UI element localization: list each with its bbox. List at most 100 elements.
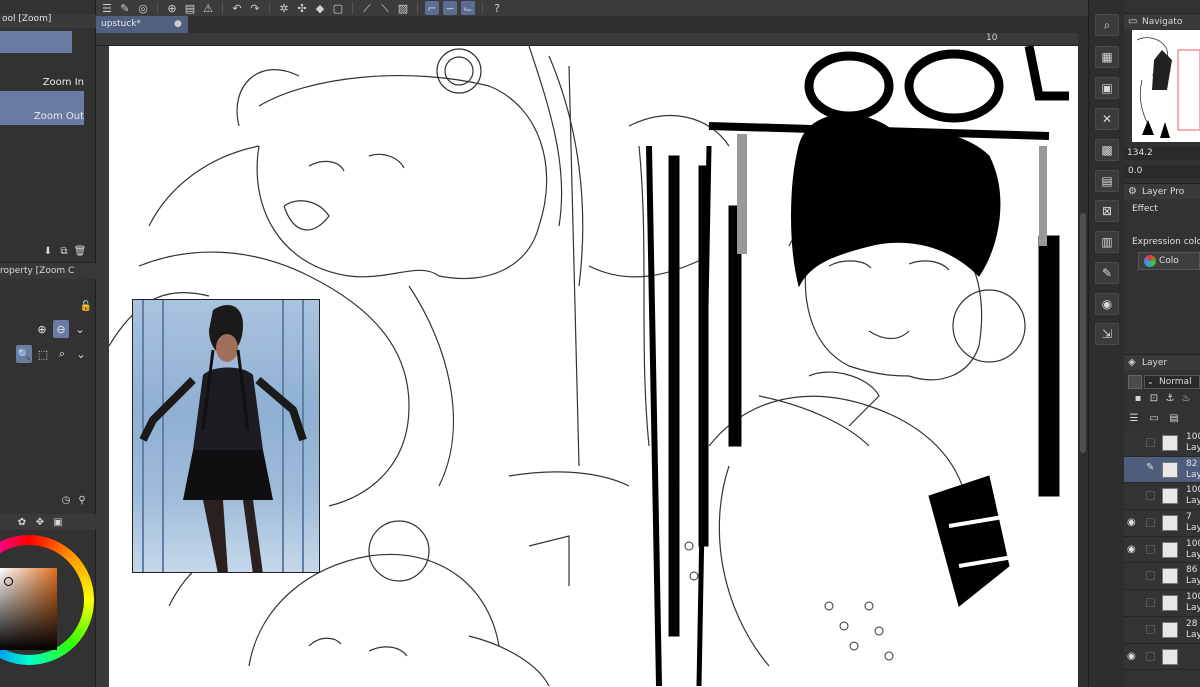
layer-row[interactable]: 100Lay: [1124, 430, 1200, 457]
zoom-minus-button[interactable]: ⊖: [53, 320, 69, 338]
eye-hidden-slot[interactable]: [1127, 437, 1141, 449]
eye-hidden-slot[interactable]: [1127, 490, 1141, 502]
open-folder-icon[interactable]: ▤: [183, 1, 197, 15]
warning-icon[interactable]: ⚠: [201, 1, 215, 15]
layer-row[interactable]: ◉ 7 Lay: [1124, 510, 1200, 537]
blend-mode-select[interactable]: ⌄ Normal: [1144, 374, 1200, 389]
layer-lock-checkbox[interactable]: [1146, 491, 1155, 501]
help-icon[interactable]: ?: [490, 1, 504, 15]
navigator-preview[interactable]: [1132, 30, 1200, 142]
eye-hidden-slot[interactable]: [1127, 597, 1141, 609]
layer-color-swatch[interactable]: [1128, 374, 1142, 389]
lock-icon[interactable]: 🔓: [80, 300, 92, 312]
download-icon[interactable]: ⬇: [42, 245, 54, 257]
zoom-plus-button[interactable]: ⊕: [34, 320, 50, 338]
layer-lock-checkbox[interactable]: ✎: [1146, 462, 1155, 473]
export-icon[interactable]: ⇲: [1095, 323, 1119, 345]
layer-lock-checkbox[interactable]: [1146, 438, 1155, 447]
layer-icon[interactable]: ▥: [1095, 231, 1119, 253]
snap-grid-icon[interactable]: ⌙: [461, 1, 475, 15]
color-wheel-tab-icon[interactable]: ✿: [16, 516, 28, 528]
grid-icon[interactable]: ◆: [313, 1, 327, 15]
scrollbar-thumb[interactable]: [1080, 213, 1086, 453]
snap-special-icon[interactable]: ∽: [443, 1, 457, 15]
color-set-tab-icon[interactable]: ✥: [34, 516, 46, 528]
color-panel-tabs: ✿ ✥ ▣: [0, 514, 96, 530]
transform-icon[interactable]: ⊠: [1095, 200, 1119, 222]
navigator-zoom-field[interactable]: 134.2: [1124, 147, 1200, 160]
clock-icon[interactable]: ◷: [60, 494, 72, 506]
layer-lock-checkbox[interactable]: [1146, 544, 1155, 554]
layer-row[interactable]: 100Lay: [1124, 590, 1200, 617]
layer-name: Lay: [1186, 629, 1200, 640]
document-icon[interactable]: ▤: [1095, 170, 1119, 192]
eye-hidden-slot[interactable]: [1127, 624, 1141, 636]
hatch-icon[interactable]: ▨: [396, 1, 410, 15]
layer-row[interactable]: 28 Lay: [1124, 616, 1200, 644]
redo-icon[interactable]: ↷: [248, 1, 262, 15]
eye-hidden-slot[interactable]: [1127, 464, 1141, 476]
layer-lock-checkbox[interactable]: [1146, 571, 1155, 581]
transform-icon[interactable]: ⟋: [360, 1, 374, 15]
gear-icon[interactable]: ✲: [277, 1, 291, 15]
color-picker-handle[interactable]: [4, 577, 13, 586]
chevron-down-icon[interactable]: ⌄: [72, 320, 88, 338]
zoom-out-option[interactable]: Zoom Out: [0, 108, 84, 125]
clip-icon[interactable]: ⊡: [1148, 392, 1160, 404]
layer-list-icon[interactable]: ☰: [1128, 412, 1140, 424]
zoom-magnify-button[interactable]: 🔍: [16, 345, 32, 363]
new-file-icon[interactable]: ⊕: [165, 1, 179, 15]
layer-lock-checkbox[interactable]: [1146, 624, 1155, 634]
eye-hidden-slot[interactable]: [1127, 570, 1141, 582]
close-icon[interactable]: ●: [174, 16, 182, 33]
canvas-vertical-scrollbar[interactable]: [1078, 33, 1088, 687]
color-slider-tab-icon[interactable]: ▣: [52, 516, 64, 528]
layer-lock-checkbox[interactable]: [1146, 598, 1155, 608]
navigator-angle-field[interactable]: 0.0: [1124, 165, 1200, 178]
search-icon[interactable]: ⚲: [76, 494, 88, 506]
snap-ruler-icon[interactable]: ⌐: [425, 1, 439, 15]
trash-icon[interactable]: 🗑: [74, 245, 87, 257]
expression-color-select[interactable]: Colo: [1138, 252, 1200, 270]
layer-row[interactable]: ◉ 100Lay: [1124, 536, 1200, 564]
new-folder-icon[interactable]: ▤: [1168, 412, 1180, 424]
layer-lock-checkbox[interactable]: [1146, 518, 1155, 528]
layer-row[interactable]: 100Lay: [1124, 483, 1200, 511]
snap-icon[interactable]: ✣: [295, 1, 309, 15]
document-tab[interactable]: upstuck* ●: [96, 16, 188, 33]
undo-icon[interactable]: ↶: [230, 1, 244, 15]
layer-lock-icon[interactable]: ▪: [1132, 392, 1144, 404]
layer-thumbnail: [1162, 515, 1178, 532]
save-icon[interactable]: ▣: [1095, 77, 1119, 99]
eye-icon[interactable]: ◉: [1127, 651, 1141, 663]
palette-icon[interactable]: ♨: [1180, 392, 1192, 404]
camera-icon[interactable]: ◉: [1095, 293, 1119, 315]
edit-icon[interactable]: ✎: [1095, 262, 1119, 284]
reference-icon[interactable]: ⚓: [1164, 392, 1176, 404]
duplicate-icon[interactable]: ⧉: [58, 245, 70, 257]
clear-icon[interactable]: ✕: [1095, 108, 1119, 130]
layer-row[interactable]: ✎ 82 Lay: [1124, 456, 1200, 484]
layer-row[interactable]: ◉: [1124, 643, 1200, 671]
pattern-icon[interactable]: ▩: [1095, 139, 1119, 161]
ruler-icon[interactable]: ▢: [331, 1, 345, 15]
zoom-tool-selected[interactable]: [0, 31, 72, 53]
layer-lock-checkbox[interactable]: [1146, 651, 1155, 661]
eye-icon[interactable]: ◉: [1127, 544, 1141, 556]
chevron-down-icon[interactable]: ⌄: [73, 345, 89, 363]
zoom-in-option[interactable]: Zoom In: [0, 74, 84, 91]
zoom-area-button[interactable]: ⬚: [35, 345, 51, 363]
eye-icon[interactable]: ◉: [1127, 517, 1141, 529]
layer-name: Lay: [1186, 469, 1200, 480]
spiral-icon[interactable]: ◎: [136, 1, 150, 15]
search-icon[interactable]: ⌕: [1095, 14, 1119, 36]
zoom-reset-button[interactable]: ⌕: [54, 345, 70, 363]
crop-icon[interactable]: ⟍: [378, 1, 392, 15]
pen-settings-icon[interactable]: ✎: [118, 1, 132, 15]
new-layer-icon[interactable]: ▭: [1148, 412, 1160, 424]
menu-icon[interactable]: ☰: [100, 1, 114, 15]
drawing-canvas[interactable]: [109, 46, 1078, 687]
layer-row[interactable]: 86 Lay: [1124, 563, 1200, 591]
zoom-select-buttons: 🔍 ⬚ ⌕ ⌄: [16, 345, 89, 363]
calculator-icon[interactable]: ▦: [1095, 46, 1119, 68]
